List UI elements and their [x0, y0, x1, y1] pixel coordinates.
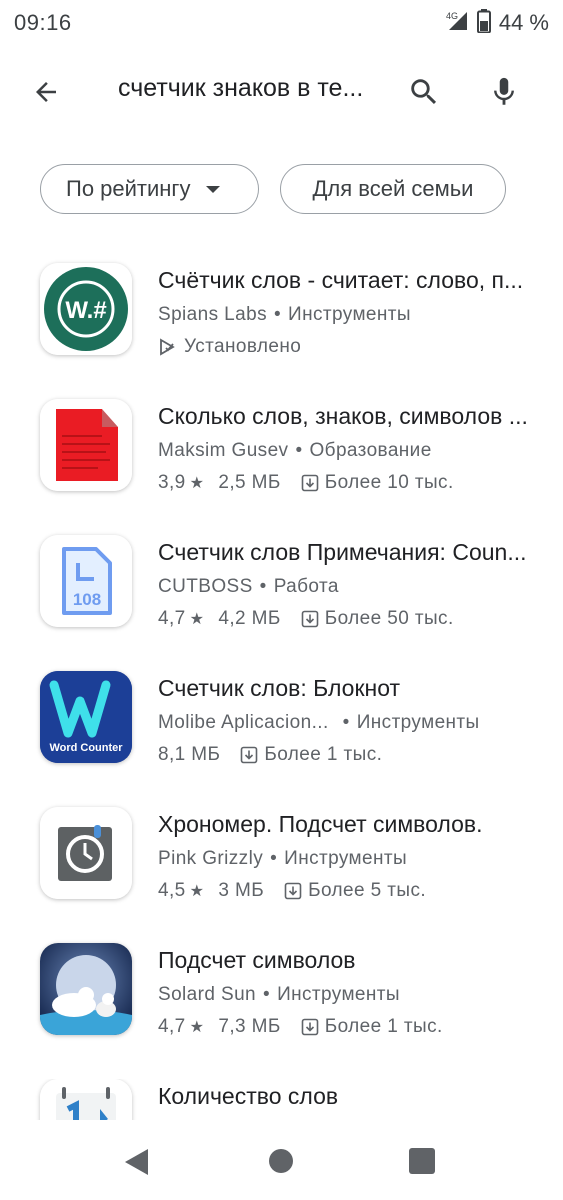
app-size: 3 МБ: [218, 880, 265, 901]
voice-search-button[interactable]: [484, 72, 524, 112]
app-size: 7,3 МБ: [218, 1016, 281, 1037]
app-icon-label: Word Counter: [49, 742, 123, 754]
back-arrow-icon: [36, 82, 56, 102]
battery-icon: [476, 8, 491, 38]
app-list-item[interactable]: Сколько слов, знаков, символов ... Maksi…: [0, 399, 563, 535]
app-title: Подсчет символов: [158, 947, 356, 973]
search-button[interactable]: [404, 72, 444, 112]
app-icon-word-counter: W.#: [40, 263, 132, 355]
app-list-item[interactable]: Хрономер. Подсчет символов. Pink Grizzly…: [0, 807, 563, 943]
family-chip-label: Для всей семьи: [312, 176, 474, 201]
app-title: Хрономер. Подсчет символов.: [158, 811, 483, 837]
app-developer: Solard Sun: [158, 984, 257, 1005]
app-title: Сколько слов, знаков, символов ...: [158, 403, 528, 429]
app-meta: CUTBOSS • Работа: [158, 576, 339, 597]
app-downloads: Более 1 тыс.: [324, 1016, 443, 1037]
network-type: 4G: [446, 11, 458, 21]
app-icon-word-count-document: [40, 399, 132, 491]
battery-percent: 44 %: [498, 10, 549, 35]
app-downloads: Более 5 тыс.: [308, 880, 427, 901]
app-developer: Pink Grizzly: [158, 848, 264, 869]
app-category: Инструменты: [277, 984, 400, 1005]
app-meta: Spians Labs • Инструменты: [158, 304, 411, 325]
mic-icon: [494, 77, 514, 105]
installed-icon: [160, 338, 175, 356]
app-downloads: Более 50 тыс.: [324, 608, 454, 629]
app-rating: 3,9: [158, 472, 186, 493]
app-list-item[interactable]: Подсчет символов Solard Sun • Инструменты …: [0, 943, 563, 1079]
status-time: 09:16: [14, 10, 72, 35]
caret-down-icon: [206, 185, 221, 193]
app-title: Счетчик слов: Блокнот: [158, 675, 401, 701]
app-downloads: Более 10 тыс.: [324, 472, 454, 493]
app-list-item[interactable]: Word Counter Счетчик слов: Блокнот Molib…: [0, 671, 563, 807]
app-size: 8,1 МБ: [158, 744, 221, 765]
app-stats: Установлено: [158, 336, 548, 358]
app-meta: Solard Sun • Инструменты: [158, 984, 400, 1005]
search-icon: [411, 79, 437, 105]
app-category: Инструменты: [284, 848, 408, 869]
family-filter-chip[interactable]: Для всей семьи: [280, 164, 506, 214]
download-icon: [301, 610, 319, 628]
app-list-item[interactable]: W.# Счётчик слов - считает: слово, п... …: [0, 263, 563, 399]
app-stats: 3,9 ★ 2,5 МБ Более 10 тыс.: [158, 472, 548, 494]
app-meta: Maksim Gusev • Образование: [158, 440, 432, 461]
status-bar: 09:16 4G 44 %: [0, 0, 563, 48]
app-icon-polar-bears: [40, 943, 132, 1035]
app-meta: Molibe Aplicacion... • Инструменты: [158, 712, 480, 733]
app-list-item[interactable]: Количество слов: [0, 1079, 563, 1120]
download-icon: [284, 882, 302, 900]
app-rating: 4,7: [158, 1016, 186, 1037]
back-button[interactable]: [26, 72, 66, 112]
app-developer: Maksim Gusev: [158, 440, 289, 461]
nav-back-icon[interactable]: [124, 1148, 150, 1176]
app-icon-counter-notes: 108: [40, 535, 132, 627]
nav-recent-apps-icon[interactable]: [409, 1148, 435, 1174]
app-stats: 4,5 ★ 3 МБ Более 5 тыс.: [158, 880, 548, 902]
app-icon-word-count-calendar: [40, 1079, 132, 1120]
app-icon-word-counter-notepad: Word Counter: [40, 671, 132, 763]
download-icon: [301, 1018, 319, 1036]
search-input[interactable]: счетчик знаков в те...: [118, 74, 388, 103]
download-icon: [301, 474, 319, 492]
app-stats: 8,1 МБ Более 1 тыс.: [158, 744, 548, 766]
star-icon: ★: [189, 611, 205, 628]
app-developer: Spians Labs: [158, 304, 267, 325]
star-icon: ★: [189, 883, 205, 900]
nav-home-icon[interactable]: [269, 1149, 293, 1173]
status-indicators: 4G 44 %: [445, 8, 549, 38]
app-title: Количество слов: [158, 1083, 339, 1109]
app-category: Образование: [309, 440, 432, 461]
app-meta: Pink Grizzly • Инструменты: [158, 848, 408, 869]
app-install-status: Установлено: [184, 336, 302, 357]
app-stats: 4,7 ★ 7,3 МБ Более 1 тыс.: [158, 1016, 548, 1038]
sort-chip[interactable]: По рейтингу: [40, 164, 259, 214]
star-icon: ★: [189, 1019, 205, 1036]
star-icon: ★: [189, 475, 205, 492]
app-title: Счетчик слов Примечания: Coun...: [158, 539, 527, 565]
sort-chip-label: По рейтингу: [66, 176, 191, 201]
app-developer: CUTBOSS: [158, 576, 253, 597]
app-list-item[interactable]: 108 Счетчик слов Примечания: Coun... CUT…: [0, 535, 563, 671]
signal-icon: 4G: [445, 10, 469, 37]
app-title: Счётчик слов - считает: слово, п...: [158, 267, 524, 293]
app-category: Инструменты: [356, 712, 480, 733]
app-category: Работа: [273, 576, 339, 597]
app-rating: 4,7: [158, 608, 186, 629]
search-bar: счетчик знаков в те...: [0, 56, 563, 128]
download-icon: [241, 746, 258, 764]
app-stats: 4,7 ★ 4,2 МБ Более 50 тыс.: [158, 608, 548, 630]
app-rating: 4,5: [158, 880, 186, 901]
app-icon-label: W.#: [65, 297, 106, 324]
navigation-bar: [0, 1120, 563, 1200]
app-category: Инструменты: [288, 304, 411, 325]
app-size: 2,5 МБ: [218, 472, 281, 493]
app-downloads: Более 1 тыс.: [264, 744, 383, 765]
app-icon-label: 108: [73, 590, 101, 609]
app-size: 4,2 МБ: [218, 608, 281, 629]
app-developer: Molibe Aplicacion...: [158, 712, 329, 733]
app-icon-chronometer: [40, 807, 132, 899]
